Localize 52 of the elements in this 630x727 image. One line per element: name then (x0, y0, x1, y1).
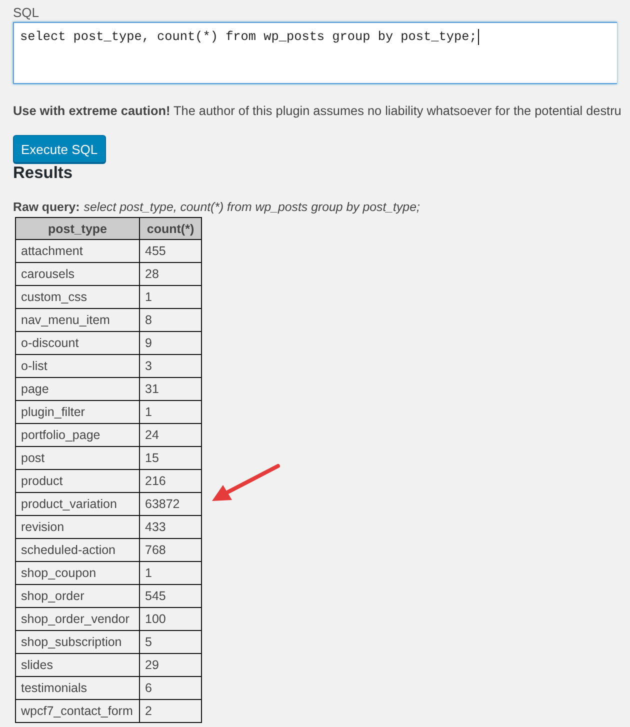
table-cell: wpcf7_contact_form (16, 700, 140, 722)
table-cell: 433 (140, 516, 202, 538)
text-cursor-icon (478, 29, 479, 45)
results-heading: Results (13, 163, 74, 183)
caution-text: Use with extreme caution! The author of this plugin assumes no liability whatsoever for the potential destru (13, 103, 622, 120)
table-cell: product (16, 470, 140, 492)
table-cell: 768 (140, 538, 202, 562)
table-cell: revision (16, 516, 140, 538)
table-cell: shop_subscription (16, 630, 140, 654)
table-cell: 63872 (140, 492, 202, 516)
table-cell: 100 (140, 608, 202, 630)
table-cell: shop_order (16, 584, 140, 608)
column-header: count(*) (140, 218, 202, 240)
raw-query-text: select post_type, count(*) from wp_posts group by post_type; (84, 200, 420, 214)
execute-sql-button[interactable]: Execute SQL (13, 135, 106, 163)
table-cell: nav_menu_item (16, 308, 140, 332)
raw-query-label: Raw query: (13, 200, 80, 214)
table-cell: attachment (16, 240, 140, 262)
table-cell: page (16, 378, 140, 400)
table-cell: 1 (140, 400, 202, 424)
table-cell: 24 (140, 424, 202, 446)
table-cell: 9 (140, 332, 202, 354)
table-cell: 1 (140, 286, 202, 308)
table-cell: 545 (140, 584, 202, 608)
sql-textarea[interactable]: select post_type, count(*) from wp_posts group by post_type; (13, 22, 617, 84)
table-cell: 455 (140, 240, 202, 262)
table-cell: plugin_filter (16, 400, 140, 424)
table-cell: custom_css (16, 286, 140, 308)
table-cell: 216 (140, 470, 202, 492)
table-cell: portfolio_page (16, 424, 140, 446)
table-cell: 15 (140, 446, 202, 470)
table-cell: slides (16, 654, 140, 676)
table-cell: 2 (140, 700, 202, 722)
table-cell: 6 (140, 676, 202, 700)
sql-label: SQL (13, 4, 40, 22)
table-cell: 29 (140, 654, 202, 676)
table-cell: 5 (140, 630, 202, 654)
table-cell: post (16, 446, 140, 470)
table-cell: 28 (140, 262, 202, 286)
table-cell: 3 (140, 354, 202, 378)
table-cell: 1 (140, 562, 202, 584)
table-cell: o-list (16, 354, 140, 378)
table-cell: carousels (16, 262, 140, 286)
table-cell: 8 (140, 308, 202, 332)
table-cell: o-discount (16, 332, 140, 354)
column-header: post_type (16, 218, 140, 240)
table-cell: testimonials (16, 676, 140, 700)
table-cell: product_variation (16, 492, 140, 516)
table-cell: 31 (140, 378, 202, 400)
table-cell: shop_order_vendor (16, 608, 140, 630)
table-cell: scheduled-action (16, 538, 140, 562)
table-cell: shop_coupon (16, 562, 140, 584)
